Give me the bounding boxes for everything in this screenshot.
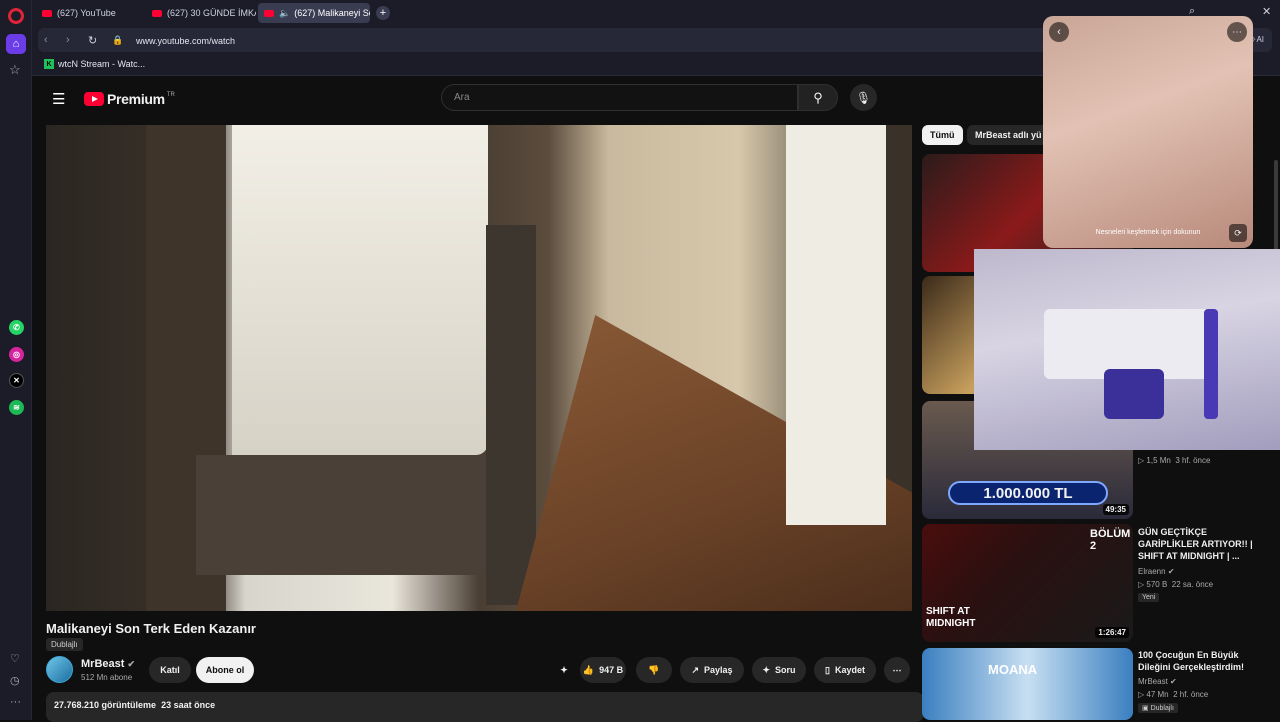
mic-button[interactable]: 🎙: [850, 84, 877, 111]
star-icon[interactable]: ☆: [9, 62, 21, 78]
thumbs-up-icon: 👍: [582, 664, 595, 675]
bottle-image: [1204, 309, 1218, 419]
share-button[interactable]: ↗ Paylaş: [680, 657, 744, 683]
new-badge: Yeni: [1138, 593, 1160, 602]
floating-image-popup[interactable]: [974, 249, 1280, 450]
rec-4-meta: ▷ 570 B 22 sa. önce: [1138, 580, 1214, 589]
kick-icon: K: [44, 59, 54, 69]
search-icon: ⚲: [813, 89, 823, 105]
rec-thumb-4[interactable]: BÖLÜM 2 SHIFT AT MIDNIGHT 1:26:47: [922, 524, 1133, 642]
play-count-icon: ▷: [1138, 456, 1145, 465]
home-icon[interactable]: ⌂: [6, 34, 26, 54]
verified-icon: ✔: [127, 659, 136, 669]
rec-4-title[interactable]: GÜN GEÇTİKÇE GARİPLİKLER ARTIYOR!! | SHI…: [1138, 526, 1258, 562]
lens-icon[interactable]: ⟳: [1229, 224, 1247, 242]
youtube-favicon-icon: [152, 9, 162, 17]
channel-avatar[interactable]: [46, 656, 73, 683]
play-count-icon: ▷: [1138, 580, 1145, 589]
x-icon[interactable]: ✕: [9, 373, 24, 388]
channel-name[interactable]: MrBeast ✔: [81, 658, 135, 670]
play-count-icon: ▷: [1138, 690, 1145, 699]
video-frame-door: [786, 125, 886, 525]
duration-badge: 49:35: [1102, 504, 1129, 515]
reload-icon[interactable]: ↻: [88, 34, 97, 47]
back-icon[interactable]: ‹: [1049, 22, 1069, 42]
thumbs-down-icon: 👎: [648, 664, 660, 675]
floating-video-popup[interactable]: ‹ ⋯ Nesneleri keşfetmek için dokunun ⟳: [1043, 16, 1253, 248]
view-count: 27.768.210 görüntüleme 23 saat önce: [54, 700, 216, 710]
dub-icon: ▣: [1142, 705, 1149, 712]
more-options-icon[interactable]: ⋯: [1227, 22, 1247, 42]
rec-5-title[interactable]: 100 Çocuğun En Büyük Dileğini Gerçekleşt…: [1138, 649, 1258, 673]
jar-image: [1104, 369, 1164, 419]
opera-logo-icon[interactable]: [8, 8, 24, 24]
video-frame-bed: [196, 455, 536, 575]
rec-5-channel[interactable]: MrBeast ✔: [1138, 677, 1177, 686]
more-actions-button[interactable]: ⋯: [884, 657, 910, 683]
rec-5-meta: ▷ 47 Mn 2 hf. önce: [1138, 690, 1209, 699]
dislike-button[interactable]: 👎: [636, 657, 672, 683]
bookmark-wtcn[interactable]: KwtcN Stream - Watc...: [44, 59, 145, 69]
rec-4-channel[interactable]: Elraenn ✔: [1138, 567, 1175, 576]
subscriber-count: 512 Mn abone: [81, 673, 133, 682]
youtube-favicon-icon: [264, 9, 274, 17]
search-button[interactable]: ⚲: [798, 84, 838, 111]
history-icon[interactable]: ◷: [10, 674, 20, 687]
whatsapp-icon[interactable]: ✆: [9, 320, 24, 335]
back-icon[interactable]: ‹: [44, 34, 48, 46]
rec-3-meta: ▷ 1,5 Mn 3 hf. önce: [1138, 456, 1211, 465]
dub-badge-rec: ▣ Dublajlı: [1138, 703, 1178, 713]
description-box[interactable]: 27.768.210 görüntüleme 23 saat önce: [46, 692, 924, 722]
duration-badge: 1:26:47: [1095, 627, 1129, 638]
spotify-icon[interactable]: ≋: [9, 400, 24, 415]
chip-all[interactable]: Tümü: [922, 125, 963, 145]
new-tab-button[interactable]: +: [376, 6, 390, 20]
verified-icon: ✔: [1167, 567, 1175, 576]
hamburger-menu-icon[interactable]: ☰: [52, 90, 65, 108]
speaker-icon[interactable]: 🔈: [279, 8, 290, 19]
forward-icon[interactable]: ›: [66, 34, 70, 46]
popup-tip: Nesneleri keşfetmek için dokunun: [1095, 229, 1201, 236]
save-button[interactable]: ▯ Kaydet: [814, 657, 876, 683]
youtube-logo[interactable]: Premium TR: [84, 91, 175, 107]
lock-icon: 🔒: [112, 35, 124, 45]
tab-youtube[interactable]: (627) YouTube: [36, 3, 144, 23]
rec-thumb-5[interactable]: MOANA: [922, 648, 1133, 720]
search-input[interactable]: Ara: [441, 84, 798, 111]
sparkle-icon[interactable]: ✦: [554, 657, 574, 683]
like-button[interactable]: 👍 947 B: [580, 657, 626, 683]
video-title: Malikaneyi Son Terk Eden Kazanır: [46, 621, 256, 636]
verified-icon: ✔: [1170, 677, 1177, 686]
more-dots-icon: ⋯: [892, 664, 902, 675]
url-text[interactable]: www.youtube.com/watch: [136, 36, 235, 46]
video-frame-mattress: [232, 125, 488, 455]
youtube-play-icon: [84, 92, 104, 106]
mic-icon: 🎙: [855, 90, 872, 105]
heart-icon[interactable]: ♡: [10, 652, 20, 665]
tab-30-gunde[interactable]: (627) 30 GÜNDE İMKANSIZ: [146, 3, 256, 23]
close-window-icon[interactable]: ✕: [1262, 5, 1271, 18]
dub-badge: Dublajlı: [46, 638, 83, 651]
thumb-prize-text: 1.000.000 TL: [948, 481, 1108, 505]
ask-button[interactable]: ✦ Soru: [752, 657, 806, 683]
subscribe-button[interactable]: Abone ol: [196, 657, 254, 683]
tab-malikaneyi[interactable]: 🔈(627) Malikaneyi Son: [258, 3, 370, 23]
youtube-favicon-icon: [42, 9, 52, 17]
join-button[interactable]: Katıl: [149, 657, 191, 683]
share-icon: ↗: [691, 664, 699, 675]
video-player[interactable]: [46, 125, 912, 611]
save-icon: ▯: [825, 664, 830, 675]
browser-sidebar: ⌂ ☆ ✆ ◎ ✕ ≋ ♡ ◷ ···: [0, 0, 32, 720]
ask-sparkle-icon: ✦: [762, 664, 771, 675]
video-frame-post: [486, 225, 536, 605]
more-icon[interactable]: ···: [10, 696, 21, 708]
instagram-icon[interactable]: ◎: [9, 347, 24, 362]
